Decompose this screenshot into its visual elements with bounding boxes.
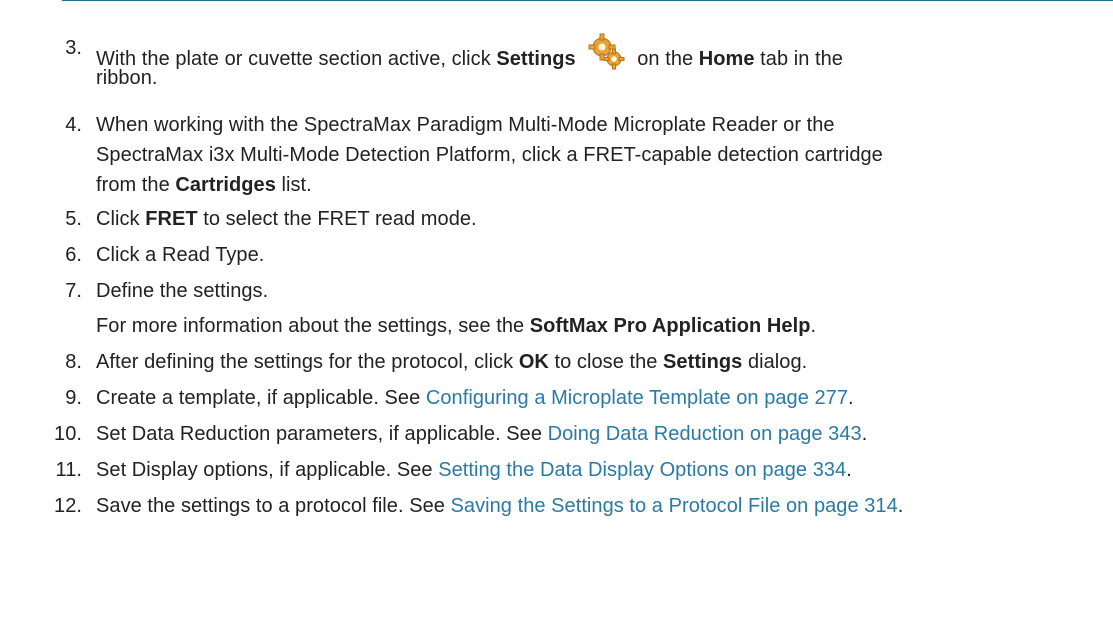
step-number: 11. [55, 459, 82, 481]
step-text: Click FRET to select the FRET read mode. [96, 208, 477, 230]
help-reference: SoftMax Pro Application Help [529, 315, 811, 337]
step-text: Save the settings to a protocol file. Se… [96, 495, 904, 517]
cartridges-label: Cartridges [175, 174, 276, 196]
step-number: 7. [65, 280, 82, 302]
step-number: 8. [65, 351, 82, 373]
step-text: Create a template, if applicable. See Co… [96, 387, 854, 409]
step-number: 5. [65, 208, 82, 230]
header-rule [62, 0, 1113, 1]
step-text: Set Data Reduction parameters, if applic… [96, 423, 868, 445]
step-text-line3: from the Cartridges list. [96, 174, 312, 196]
step-text: Define the settings. For more informatio… [96, 276, 816, 337]
step-number: 4. [65, 114, 82, 136]
step-number: 12. [54, 495, 82, 517]
step-number: 10. [54, 423, 82, 445]
step-number: 6. [65, 244, 82, 266]
ok-label: OK [518, 351, 549, 373]
link-saving-settings[interactable]: Saving the Settings to a Protocol File o… [451, 495, 898, 517]
link-configuring-template[interactable]: Configuring a Microplate Template on pag… [426, 387, 848, 409]
fret-label: FRET [145, 208, 198, 230]
step-text: Set Display options, if applicable. See … [96, 459, 852, 481]
home-tab-label: Home [698, 48, 755, 70]
settings-dialog-label: Settings [663, 351, 743, 373]
step-text: Click a Read Type. [96, 244, 265, 266]
settings-label: Settings [496, 48, 576, 70]
settings-gears-icon [588, 33, 626, 71]
step-text: After defining the settings for the prot… [96, 351, 808, 373]
step-note: For more information about the settings,… [96, 315, 817, 337]
link-data-reduction[interactable]: Doing Data Reduction on page 343 [548, 423, 862, 445]
step-text-line2: ribbon. [96, 67, 158, 89]
step-number: 3. [65, 37, 82, 59]
step-number: 9. [65, 387, 82, 409]
step-text: When working with the SpectraMax Paradig… [96, 110, 883, 196]
step-text-line2: SpectraMax i3x Multi-Mode Detection Plat… [96, 144, 883, 166]
step-text: With the plate or cuvette section active… [96, 33, 843, 89]
link-display-options[interactable]: Setting the Data Display Options on page… [438, 459, 846, 481]
